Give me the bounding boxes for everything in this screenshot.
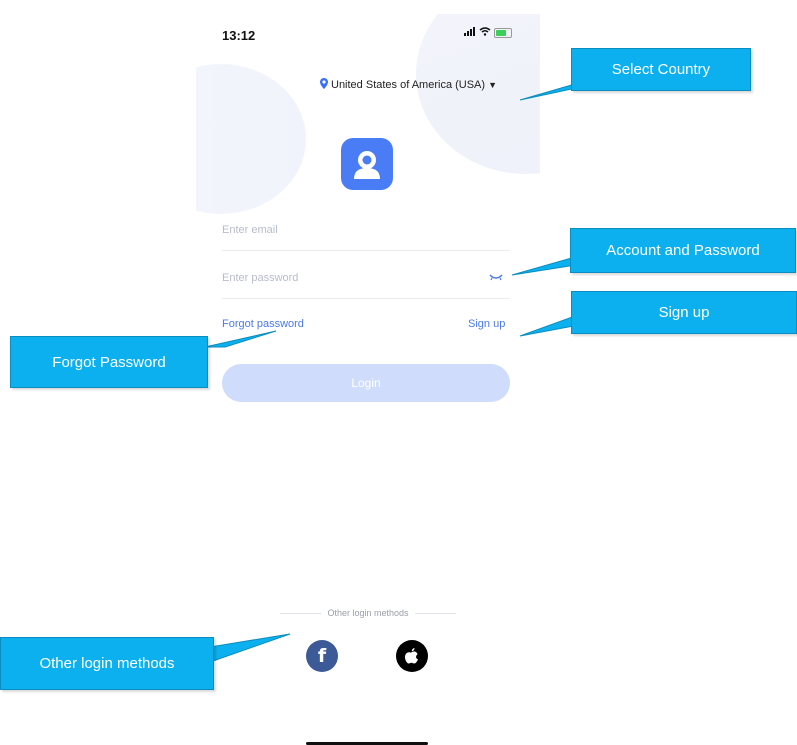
password-field-container <box>222 258 510 299</box>
location-pin-icon <box>320 78 328 92</box>
eye-closed-icon[interactable] <box>488 272 504 282</box>
other-login-label: Other login methods <box>327 608 409 618</box>
forgot-password-link[interactable]: Forgot password <box>222 318 304 330</box>
email-field[interactable] <box>222 210 510 250</box>
apple-icon <box>405 648 418 664</box>
callout-select-country: Select Country <box>571 48 751 91</box>
divider-line <box>280 612 322 614</box>
sign-up-link[interactable]: Sign up <box>468 318 505 330</box>
facebook-login-button[interactable]: f <box>306 640 338 672</box>
dropdown-arrow-icon: ▼ <box>488 80 497 90</box>
status-time: 13:12 <box>222 28 256 43</box>
callout-forgot-password: Forgot Password <box>10 336 208 388</box>
login-button[interactable]: Login <box>222 364 510 402</box>
email-field-container <box>222 210 510 251</box>
battery-icon <box>494 28 512 38</box>
divider-line <box>414 612 457 614</box>
country-label: United States of America (USA) <box>331 79 486 91</box>
password-field[interactable] <box>222 258 510 298</box>
camera-user-icon <box>354 151 380 179</box>
callout-sign-up: Sign up <box>571 291 797 334</box>
callout-account-password: Account and Password <box>570 228 796 273</box>
facebook-icon: f <box>317 645 327 667</box>
status-icons <box>464 27 512 39</box>
other-login-divider: Other login methods <box>280 608 457 618</box>
app-logo <box>341 138 393 190</box>
signal-icon <box>464 27 476 39</box>
wifi-icon <box>479 27 491 39</box>
phone-screen: 13:12 United States of America (USA) ▼ E… <box>196 14 540 745</box>
apple-login-button[interactable] <box>396 640 428 672</box>
country-selector[interactable]: United States of America (USA) ▼ <box>320 78 497 92</box>
callout-other-login-methods: Other login methods <box>0 637 214 690</box>
decor-blob <box>196 64 306 214</box>
